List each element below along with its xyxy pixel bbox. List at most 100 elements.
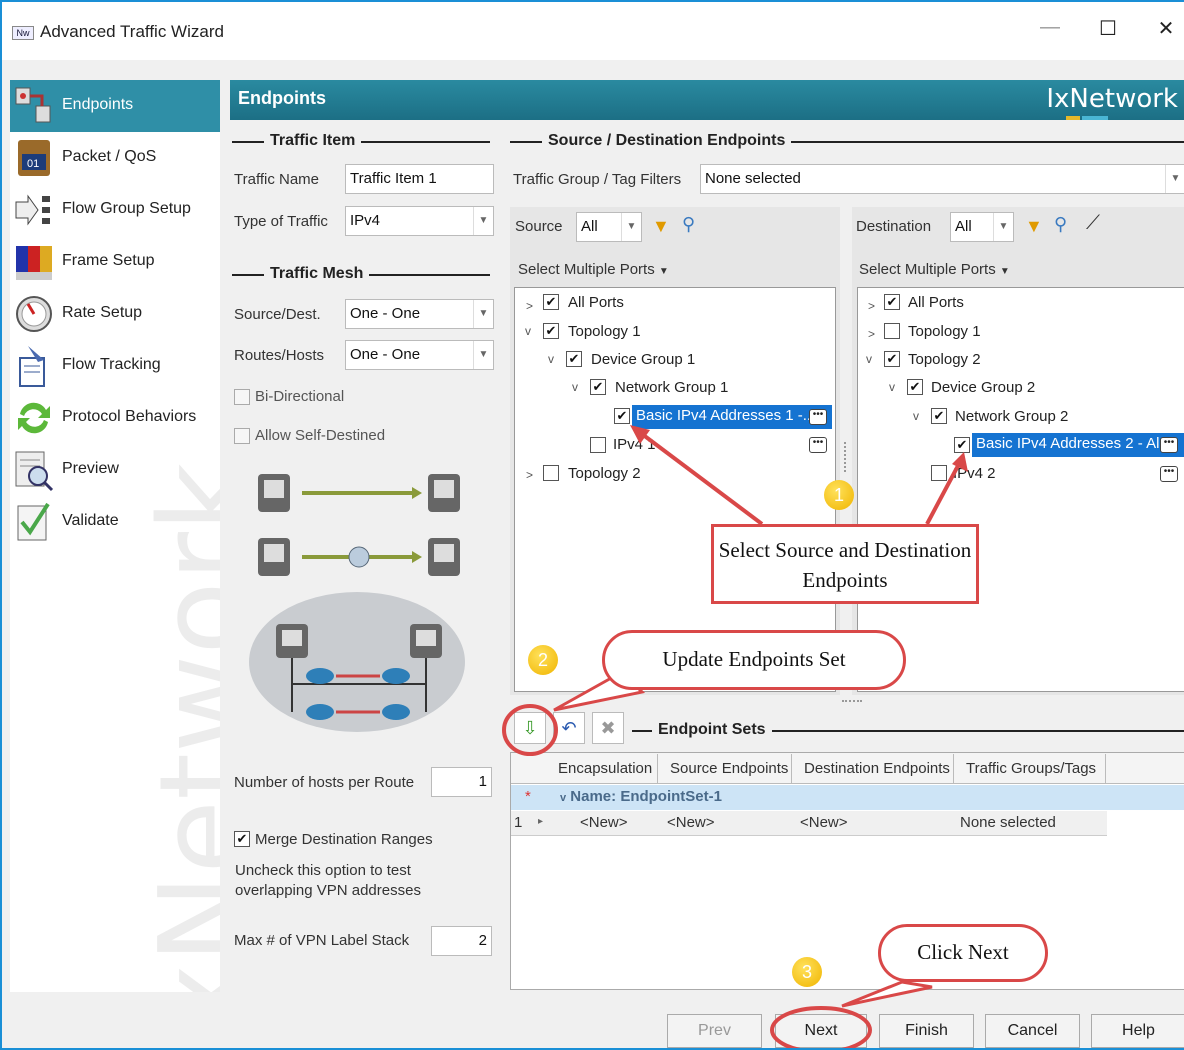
traffic-mesh-diagram bbox=[249, 474, 465, 732]
source-multi-port-label: Select Multiple Ports bbox=[518, 261, 655, 278]
chevron-down-icon[interactable]: v bbox=[548, 352, 554, 366]
topology-graph-icon[interactable]: ⟋ bbox=[1086, 212, 1100, 235]
dest-topology2-checkbox[interactable]: ✔ bbox=[884, 351, 900, 367]
finish-button[interactable]: Finish bbox=[879, 1014, 974, 1048]
dest-ipv4-2-checkbox[interactable] bbox=[931, 465, 947, 481]
dest-node-network-group2[interactable]: Network Group 2 bbox=[955, 408, 1068, 425]
chevron-down-icon: ▼ bbox=[999, 266, 1010, 277]
column-source-endpoints[interactable]: Source Endpoints bbox=[662, 754, 792, 784]
row-traffic-groups-tags[interactable]: None selected bbox=[960, 814, 1056, 831]
source-topology2-checkbox[interactable] bbox=[543, 465, 559, 481]
tag-filter-select[interactable]: None selected ▼ bbox=[700, 164, 1184, 194]
source-node-topology1[interactable]: Topology 1 bbox=[568, 323, 641, 340]
more-options-icon[interactable]: ••• bbox=[1160, 437, 1178, 453]
self-destined-checkbox[interactable] bbox=[234, 428, 250, 444]
source-dest-select[interactable]: One - One ▼ bbox=[345, 299, 494, 329]
search-icon[interactable]: ⚲ bbox=[682, 214, 695, 235]
undo-button[interactable]: ↶ bbox=[553, 712, 585, 744]
row-source-endpoints[interactable]: <New> bbox=[667, 814, 715, 831]
chevron-down-icon[interactable]: v bbox=[889, 380, 895, 394]
chevron-down-icon[interactable]: v bbox=[572, 380, 578, 394]
merge-destination-checkbox[interactable]: ✔ bbox=[234, 831, 250, 847]
next-button[interactable]: Next bbox=[775, 1014, 867, 1048]
maximize-button[interactable]: ☐ bbox=[1088, 16, 1128, 41]
update-endpoint-set-button[interactable]: ⇩ bbox=[514, 712, 546, 744]
dest-device-group2-checkbox[interactable]: ✔ bbox=[907, 379, 923, 395]
column-traffic-groups-tags[interactable]: Traffic Groups/Tags bbox=[958, 754, 1106, 784]
dest-node-ipv4-2[interactable]: IPv4 2 bbox=[953, 465, 996, 482]
splitter-handle[interactable] bbox=[842, 700, 862, 702]
prev-button[interactable]: Prev bbox=[667, 1014, 762, 1048]
dest-node-ipv4-addresses2[interactable]: Basic IPv4 Addresses 2 - Al... bbox=[972, 433, 1184, 457]
vpn-label-stack-input[interactable]: 2 bbox=[431, 926, 492, 956]
dest-network-group2-checkbox[interactable]: ✔ bbox=[931, 408, 947, 424]
dest-node-topology2[interactable]: Topology 2 bbox=[908, 351, 981, 368]
nav-rate-setup[interactable]: Rate Setup bbox=[10, 288, 220, 340]
chevron-down-icon[interactable]: v bbox=[866, 352, 872, 366]
column-destination-endpoints[interactable]: Destination Endpoints bbox=[796, 754, 954, 784]
source-node-ipv4-addresses1[interactable]: Basic IPv4 Addresses 1 -... bbox=[632, 405, 832, 429]
nav-validate[interactable]: Validate bbox=[10, 496, 220, 548]
source-all-ports-checkbox[interactable]: ✔ bbox=[543, 294, 559, 310]
source-ipv4-1-checkbox[interactable] bbox=[590, 437, 606, 453]
source-node-network-group1[interactable]: Network Group 1 bbox=[615, 379, 728, 396]
chevron-down-icon[interactable]: v bbox=[913, 409, 919, 423]
delete-endpoint-set-button[interactable]: ✖ bbox=[592, 712, 624, 744]
page-title: Endpoints bbox=[238, 88, 326, 108]
nav-label-frame-setup: Frame Setup bbox=[62, 252, 155, 269]
hosts-per-route-input[interactable]: 1 bbox=[431, 767, 492, 797]
bidirectional-checkbox[interactable] bbox=[234, 389, 250, 405]
section-endpoints: Source / Destination Endpoints bbox=[542, 132, 792, 150]
source-topology1-checkbox[interactable]: ✔ bbox=[543, 323, 559, 339]
chevron-right-icon[interactable]: > bbox=[526, 468, 533, 482]
cancel-button[interactable]: Cancel bbox=[985, 1014, 1080, 1048]
source-network-group1-checkbox[interactable]: ✔ bbox=[590, 379, 606, 395]
chevron-right-icon[interactable]: > bbox=[868, 327, 875, 341]
chevron-right-icon[interactable]: > bbox=[868, 299, 875, 313]
chevron-right-icon[interactable]: > bbox=[526, 299, 533, 313]
source-node-all-ports[interactable]: All Ports bbox=[568, 294, 624, 311]
more-options-icon[interactable]: ••• bbox=[809, 409, 827, 425]
more-options-icon[interactable]: ••• bbox=[809, 437, 827, 453]
nav-packet-qos[interactable]: 01 Packet / QoS bbox=[10, 132, 220, 184]
source-multi-port-select[interactable]: Select Multiple Ports ▼ bbox=[518, 261, 669, 278]
filter-funnel-icon[interactable]: ▼ bbox=[1025, 216, 1043, 237]
nav-flow-group-setup[interactable]: Flow Group Setup bbox=[10, 184, 220, 236]
nav-frame-setup[interactable]: Frame Setup bbox=[10, 236, 220, 288]
help-button[interactable]: Help bbox=[1091, 1014, 1184, 1048]
nav-endpoints[interactable]: Endpoints bbox=[10, 80, 220, 132]
splitter-handle[interactable] bbox=[844, 442, 848, 472]
chevron-down-icon[interactable]: v bbox=[525, 324, 531, 338]
vpn-label-stack-label: Max # of VPN Label Stack bbox=[234, 932, 410, 949]
source-filter-select[interactable]: All ▼ bbox=[576, 212, 642, 242]
nav-protocol-behaviors[interactable]: Protocol Behaviors bbox=[10, 392, 220, 444]
source-node-topology2[interactable]: Topology 2 bbox=[568, 465, 641, 482]
search-icon[interactable]: ⚲ bbox=[1054, 214, 1067, 235]
dest-node-device-group2[interactable]: Device Group 2 bbox=[931, 379, 1035, 396]
nav-preview[interactable]: Preview bbox=[10, 444, 220, 496]
row-encapsulation[interactable]: <New> bbox=[580, 814, 628, 831]
row-index: 1 bbox=[514, 814, 523, 831]
destination-multi-port-select[interactable]: Select Multiple Ports ▼ bbox=[859, 261, 1010, 278]
close-button[interactable]: ✕ bbox=[1146, 16, 1184, 41]
dest-topology1-checkbox[interactable] bbox=[884, 323, 900, 339]
source-device-group1-checkbox[interactable]: ✔ bbox=[566, 351, 582, 367]
dest-node-topology1[interactable]: Topology 1 bbox=[908, 323, 981, 340]
traffic-type-select[interactable]: IPv4 ▼ bbox=[345, 206, 494, 236]
nav-flow-tracking[interactable]: Flow Tracking bbox=[10, 340, 220, 392]
filter-funnel-icon[interactable]: ▼ bbox=[652, 216, 670, 237]
destination-filter-select[interactable]: All ▼ bbox=[950, 212, 1014, 242]
more-options-icon[interactable]: ••• bbox=[1160, 466, 1178, 482]
routes-hosts-select[interactable]: One - One ▼ bbox=[345, 340, 494, 370]
dest-node-all-ports[interactable]: All Ports bbox=[908, 294, 964, 311]
dest-all-ports-checkbox[interactable]: ✔ bbox=[884, 294, 900, 310]
minimize-button[interactable]: — bbox=[1030, 16, 1070, 39]
source-node-device-group1[interactable]: Device Group 1 bbox=[591, 351, 695, 368]
row-destination-endpoints[interactable]: <New> bbox=[800, 814, 848, 831]
dest-ipv4-addresses2-checkbox[interactable]: ✔ bbox=[954, 437, 970, 453]
source-ipv4-addresses1-checkbox[interactable]: ✔ bbox=[614, 408, 630, 424]
source-node-ipv4-1[interactable]: IPv4 1 bbox=[613, 436, 656, 453]
column-encapsulation[interactable]: Encapsulation bbox=[550, 754, 658, 784]
chevron-down-icon: ▼ bbox=[621, 213, 641, 241]
traffic-name-input[interactable]: Traffic Item 1 bbox=[345, 164, 494, 194]
